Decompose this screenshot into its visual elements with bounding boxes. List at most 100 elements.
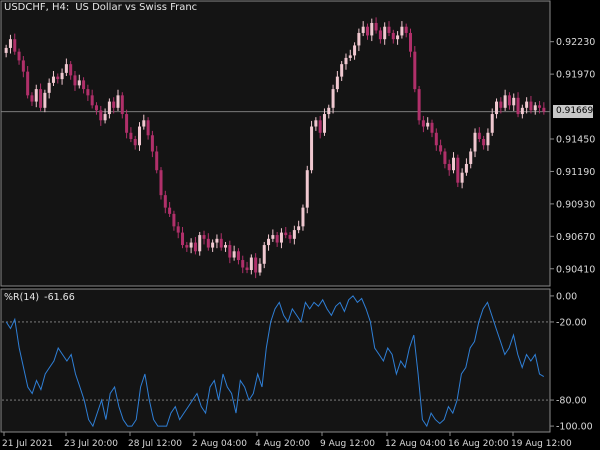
- candle-body: [443, 151, 447, 164]
- indicator-tick-label: -100.00: [556, 422, 593, 433]
- time-tick-label: 21 Jul 2021: [2, 439, 53, 449]
- candle-body: [90, 95, 94, 106]
- candle-body: [292, 230, 296, 239]
- candle-body: [426, 122, 430, 127]
- candle-body: [421, 120, 425, 127]
- candle-body: [314, 120, 318, 127]
- price-tick-label: 0.91970: [556, 70, 595, 81]
- candle-body: [361, 26, 365, 33]
- candle-body: [477, 132, 481, 140]
- candle-body: [404, 26, 408, 33]
- candle-body: [228, 245, 232, 258]
- candle-body: [344, 57, 348, 65]
- candle-body: [51, 76, 55, 83]
- candle-body: [258, 263, 262, 273]
- price-tick-label: 0.90410: [556, 264, 595, 275]
- candle-body: [21, 60, 25, 72]
- current-price-tag: 0.91669: [553, 105, 593, 119]
- candle-body: [47, 82, 51, 93]
- candle-body: [327, 107, 331, 115]
- chart-header: USDCHF, H4: US Dollar vs Swiss Franc: [4, 2, 203, 13]
- candle-body: [176, 226, 180, 233]
- candle-body: [168, 207, 172, 214]
- candle-body: [529, 101, 533, 111]
- candle-body: [181, 232, 185, 246]
- candle-body: [503, 95, 507, 108]
- candle-body: [495, 101, 499, 115]
- candle-body: [396, 35, 400, 40]
- candle-body: [391, 32, 395, 40]
- candle-body: [193, 242, 197, 252]
- candle-body: [159, 170, 163, 196]
- candle-body: [378, 30, 382, 40]
- candle-body: [60, 72, 64, 80]
- candle-body: [365, 26, 369, 36]
- price-tick-label: 0.92230: [556, 37, 595, 48]
- candle-body: [447, 163, 451, 171]
- candle-body: [464, 163, 468, 173]
- candle-body: [335, 76, 339, 90]
- candle-body: [133, 139, 137, 146]
- candle-body: [4, 47, 8, 53]
- indicator-axis: 0.00 -20.00 -80.00 -100.00: [550, 291, 593, 433]
- candle-body: [262, 245, 266, 264]
- candle-body: [202, 235, 206, 239]
- candle-body: [198, 235, 202, 252]
- candle-body: [26, 71, 30, 96]
- candle-body: [146, 120, 150, 136]
- candle-body: [185, 245, 189, 248]
- time-tick-label: 16 Aug 20:00: [448, 439, 509, 449]
- candle-body: [69, 64, 73, 76]
- time-tick-label: 2 Aug 04:00: [192, 439, 247, 449]
- candle-body: [301, 207, 305, 227]
- candle-body: [275, 235, 279, 243]
- candle-body: [288, 235, 292, 239]
- chart-canvas: 0.92230 0.91970 0.91450 0.91190 0.90930 0.906…: [0, 0, 595, 449]
- candle-body: [486, 132, 490, 146]
- candle-body: [43, 92, 47, 108]
- price-tick-label: 0.90670: [556, 232, 595, 243]
- candle-body: [30, 95, 34, 102]
- candle-body: [279, 232, 283, 243]
- indicator-tick-label: -80.00: [556, 396, 587, 407]
- candle-body: [460, 172, 464, 183]
- candle-body: [77, 80, 81, 86]
- candle-body: [219, 238, 223, 248]
- candle-body: [107, 101, 111, 115]
- price-axis: 0.92230 0.91970 0.91450 0.91190 0.90930 0.906…: [550, 37, 595, 275]
- price-tick-label: 0.91190: [556, 167, 595, 178]
- candle-body: [417, 89, 421, 121]
- candle-body: [206, 238, 210, 248]
- candle-body: [8, 39, 12, 48]
- candle-body: [39, 89, 43, 108]
- indicator-name: %R(14): [4, 292, 40, 303]
- candle-body: [322, 114, 326, 133]
- candle-body: [34, 89, 38, 102]
- candle-body: [520, 107, 524, 115]
- candle-body: [64, 64, 68, 73]
- candle-body: [284, 232, 288, 236]
- candle-body: [150, 135, 154, 152]
- candle-body: [86, 89, 90, 96]
- candle-body: [542, 107, 546, 112]
- candle-body: [452, 157, 456, 171]
- candle-body: [116, 95, 120, 108]
- candle-body: [408, 32, 413, 52]
- candle-body: [56, 76, 60, 80]
- candle-body: [73, 75, 77, 86]
- candle-body: [142, 120, 146, 127]
- candle-body: [163, 195, 167, 208]
- candle-body: [490, 114, 494, 133]
- candle-body: [13, 39, 17, 52]
- indicator-tick-label: -20.00: [556, 317, 587, 328]
- time-axis: 21 Jul 2021 23 Jul 20:00 28 Jul 12:00 2 Aug…: [2, 432, 572, 449]
- time-tick-label: 19 Aug 12:00: [511, 439, 572, 449]
- candle-body: [374, 22, 378, 31]
- candle-body: [125, 114, 129, 133]
- candle-body: [211, 242, 215, 248]
- indicator-value: -61.66: [44, 292, 75, 303]
- candle-body: [17, 51, 21, 61]
- candle-body: [241, 260, 245, 268]
- candle-body: [499, 101, 503, 108]
- time-tick-label: 9 Aug 12:00: [320, 439, 375, 449]
